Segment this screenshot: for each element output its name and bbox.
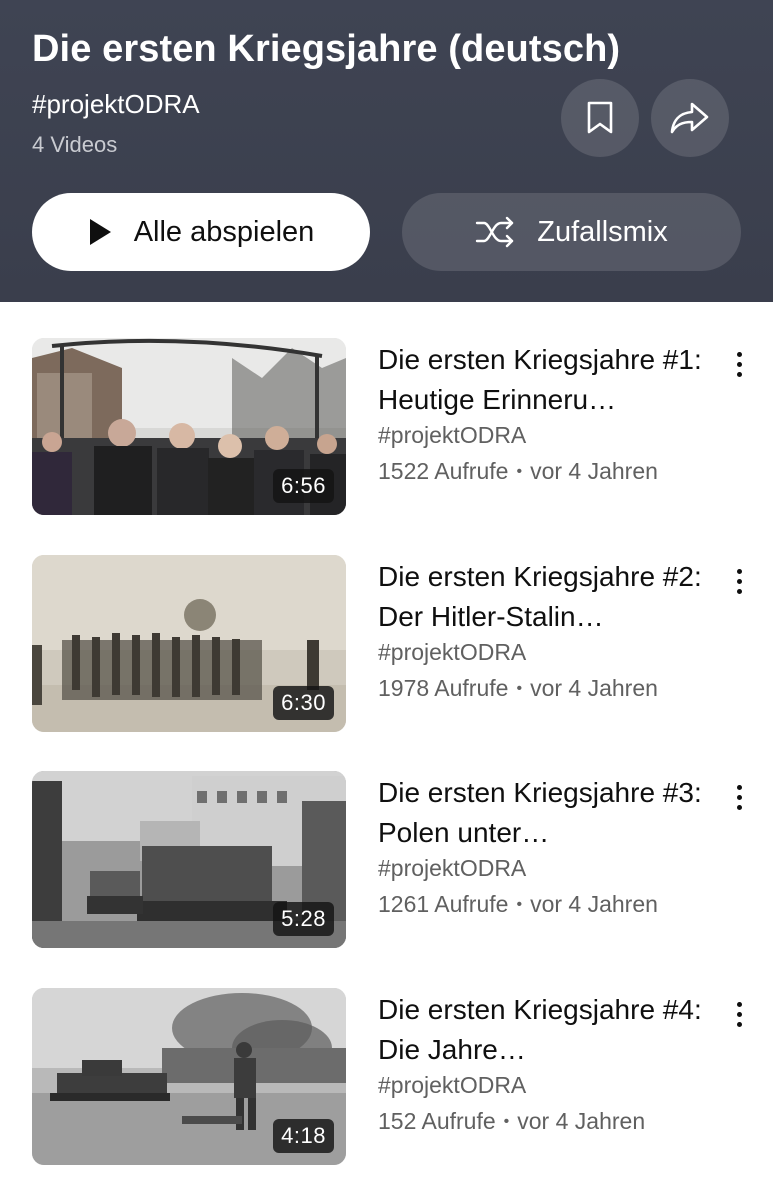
more-options-icon[interactable]: [724, 561, 754, 601]
play-all-label: Alle abspielen: [133, 215, 315, 248]
playlist-header: Die ersten Kriegsjahre (deutsch) #projek…: [0, 0, 773, 302]
play-all-button[interactable]: Alle abspielen: [32, 193, 370, 271]
video-title[interactable]: Die ersten Kriegsjahre #4: Die Jahre…: [378, 990, 708, 1070]
shuffle-button[interactable]: Zufallsmix: [402, 193, 741, 271]
video-duration: 6:30: [273, 686, 334, 720]
meta-separator: •: [516, 680, 523, 697]
video-thumbnail[interactable]: 4:18: [32, 988, 346, 1165]
video-channel: #projektODRA: [378, 422, 527, 448]
video-channel: #projektODRA: [378, 1072, 527, 1098]
play-icon: [88, 218, 112, 246]
video-title[interactable]: Die ersten Kriegsjahre #1: Heutige Erinn…: [378, 340, 708, 420]
video-meta: 1978 Aufrufe • vor 4 Jahren: [378, 675, 658, 702]
list-item[interactable]: 6:56 Die ersten Kriegsjahre #1: Heutige …: [0, 338, 773, 518]
video-title[interactable]: Die ersten Kriegsjahre #2: Der Hitler-St…: [378, 557, 708, 637]
bookmark-icon: [587, 101, 613, 134]
video-thumbnail[interactable]: 5:28: [32, 771, 346, 948]
video-duration: 4:18: [273, 1119, 334, 1153]
video-thumbnail[interactable]: 6:56: [32, 338, 346, 515]
list-item[interactable]: 6:30 Die ersten Kriegsjahre #2: Der Hitl…: [0, 555, 773, 735]
save-playlist-button[interactable]: [561, 79, 639, 157]
video-title[interactable]: Die ersten Kriegsjahre #3: Polen unter…: [378, 773, 708, 853]
video-channel: #projektODRA: [378, 639, 527, 665]
video-views: 1978 Aufrufe: [378, 675, 509, 701]
more-options-icon[interactable]: [724, 777, 754, 817]
video-views: 1522 Aufrufe: [378, 458, 509, 484]
share-icon: [670, 102, 709, 134]
list-item[interactable]: 5:28 Die ersten Kriegsjahre #3: Polen un…: [0, 771, 773, 951]
video-age: vor 4 Jahren: [530, 891, 658, 917]
video-thumbnail[interactable]: 6:30: [32, 555, 346, 732]
video-age: vor 4 Jahren: [517, 1108, 646, 1134]
share-button[interactable]: [651, 79, 729, 157]
video-meta: 1522 Aufrufe • vor 4 Jahren: [378, 458, 658, 485]
meta-separator: •: [516, 463, 523, 480]
playlist-title: Die ersten Kriegsjahre (deutsch): [32, 28, 621, 70]
more-options-icon[interactable]: [724, 994, 754, 1034]
more-options-icon[interactable]: [724, 344, 754, 384]
meta-separator: •: [516, 896, 523, 913]
video-meta: 1261 Aufrufe • vor 4 Jahren: [378, 891, 658, 918]
video-age: vor 4 Jahren: [530, 675, 658, 701]
shuffle-label: Zufallsmix: [537, 215, 668, 248]
video-duration: 5:28: [273, 902, 334, 936]
playlist-channel[interactable]: #projektODRA: [32, 89, 200, 120]
video-views: 1261 Aufrufe: [378, 891, 509, 917]
meta-separator: •: [503, 1113, 510, 1130]
video-views: 152 Aufrufe: [378, 1108, 496, 1134]
video-age: vor 4 Jahren: [530, 458, 658, 484]
video-duration: 6:56: [273, 469, 334, 503]
list-item[interactable]: 4:18 Die ersten Kriegsjahre #4: Die Jahr…: [0, 988, 773, 1168]
shuffle-icon: [475, 216, 515, 248]
video-meta: 152 Aufrufe • vor 4 Jahren: [378, 1108, 645, 1135]
playlist-video-count: 4 Videos: [32, 132, 118, 157]
video-channel: #projektODRA: [378, 855, 527, 881]
